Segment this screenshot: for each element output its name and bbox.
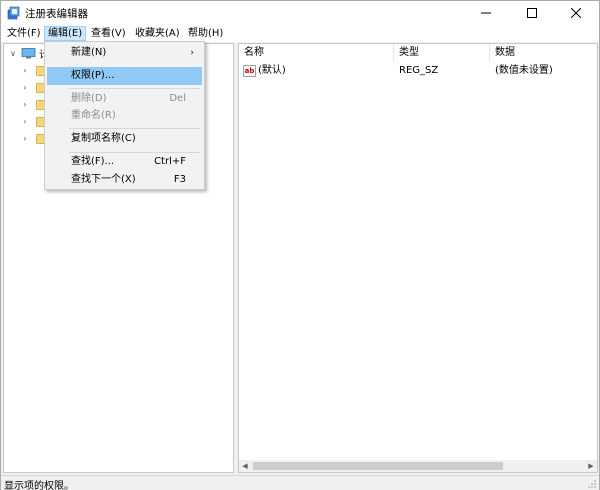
resize-grip-icon[interactable] [587, 479, 597, 489]
value-row-type: REG_SZ [399, 65, 439, 76]
menu-separator [69, 88, 200, 89]
value-row-name[interactable]: (默认) [258, 63, 286, 79]
window-title: 注册表编辑器 [25, 8, 88, 20]
menu-item-label: 新建(N) [71, 47, 107, 58]
value-row-data: (数值未设置) [495, 65, 553, 76]
menu-item-label: 查找(F)... [71, 156, 115, 167]
title-bar[interactable]: 注册表编辑器 [1, 1, 599, 25]
menu-item-new[interactable]: 新建(N) › [47, 44, 202, 62]
expand-chevron-icon[interactable]: › [20, 66, 30, 76]
menu-item-label: 删除(D) [71, 93, 107, 104]
menu-file[interactable]: 文件(F) [4, 26, 44, 41]
menu-item-label: 查找下一个(X) [71, 174, 136, 185]
close-icon [571, 8, 581, 18]
expand-chevron-icon[interactable]: › [20, 134, 30, 144]
submenu-arrow-icon: › [190, 48, 194, 58]
menu-item-rename[interactable]: 重命名(R) [47, 107, 202, 125]
menu-item-permissions[interactable]: 权限(P)... [47, 67, 202, 85]
column-header-type[interactable]: 类型 [394, 44, 490, 62]
minimize-icon [481, 12, 491, 14]
menu-shortcut: F3 [173, 174, 186, 185]
computer-icon [21, 48, 36, 59]
status-bar: 显示项的权限。 [1, 475, 599, 490]
menu-shortcut: Del [169, 93, 186, 104]
values-list-pane[interactable]: 名称 类型 数据 ab (默认) REG_SZ (数值未设置) ◀ ▶ [238, 43, 598, 473]
menu-separator [69, 128, 200, 129]
menu-shortcut: Ctrl+F [154, 156, 186, 167]
registry-editor-window: 注册表编辑器 文件(F) 编辑(E) 查看(V) 收藏夹(A) 帮助(H) ∨ … [0, 0, 600, 490]
menu-favorites[interactable]: 收藏夹(A) [132, 26, 183, 41]
menu-item-label: 复制项名称(C) [71, 133, 136, 144]
edit-menu-dropdown: 新建(N) › 权限(P)... 删除(D) Del 重命名(R) 复制项名称(… [44, 41, 205, 190]
menu-item-copy-key-name[interactable]: 复制项名称(C) [47, 130, 202, 148]
expand-chevron-icon[interactable]: › [20, 117, 30, 127]
menu-item-label: 重命名(R) [71, 110, 116, 121]
column-header-name[interactable]: 名称 [239, 44, 394, 62]
scrollbar-thumb[interactable] [253, 462, 503, 470]
menu-item-find[interactable]: 查找(F)... Ctrl+F [47, 153, 202, 171]
horizontal-scrollbar[interactable]: ◀ ▶ [239, 460, 597, 472]
menu-item-label: 权限(P)... [71, 70, 115, 81]
expand-chevron-icon[interactable]: › [20, 83, 30, 93]
status-text: 显示项的权限。 [4, 481, 74, 490]
tree-root-computer[interactable]: ∨ 计 [8, 46, 49, 61]
menu-item-find-next[interactable]: 查找下一个(X) F3 [47, 171, 202, 189]
maximize-button[interactable] [509, 1, 555, 25]
minimize-button[interactable] [463, 1, 509, 25]
column-header-data[interactable]: 数据 [490, 44, 597, 62]
menu-item-delete[interactable]: 删除(D) Del [47, 90, 202, 108]
expand-chevron-icon[interactable]: › [20, 100, 30, 110]
scroll-left-arrow-icon[interactable]: ◀ [239, 460, 251, 472]
menu-help[interactable]: 帮助(H) [185, 26, 226, 41]
menu-view[interactable]: 查看(V) [88, 26, 129, 41]
menu-bar: 文件(F) 编辑(E) 查看(V) 收藏夹(A) 帮助(H) [1, 25, 599, 42]
regedit-app-icon [7, 6, 20, 20]
collapse-chevron-icon[interactable]: ∨ [8, 49, 18, 59]
reg-string-icon: ab [243, 65, 256, 77]
maximize-icon [527, 8, 537, 18]
scroll-right-arrow-icon[interactable]: ▶ [585, 460, 597, 472]
close-button[interactable] [553, 1, 599, 25]
menu-edit[interactable]: 编辑(E) [44, 26, 87, 41]
